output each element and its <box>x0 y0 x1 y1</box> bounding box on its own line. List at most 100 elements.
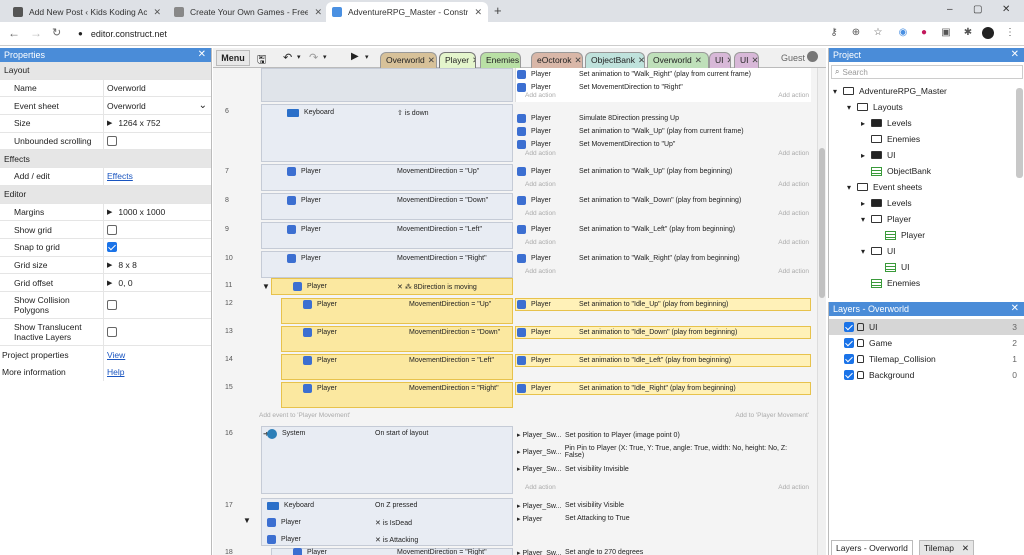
close-icon[interactable]: ✕ <box>638 55 644 65</box>
close-icon[interactable]: ✕ <box>428 55 435 65</box>
chevron-down-icon[interactable]: ⌄ <box>199 100 207 111</box>
extension-3-icon[interactable]: ▣ <box>940 27 952 39</box>
collapse-arrow-icon[interactable]: ▼ <box>243 516 251 525</box>
project-tree-item[interactable]: ▾ Layouts <box>847 99 903 115</box>
play-dropdown-icon[interactable]: ▾ <box>365 53 369 61</box>
redo-icon[interactable]: ↷ <box>309 51 318 64</box>
extension-1-icon[interactable]: ◉ <box>897 27 909 39</box>
expand-arrow-icon[interactable]: ▶ <box>107 261 112 269</box>
close-icon[interactable]: ✕ <box>198 48 206 62</box>
close-icon[interactable]: ✕ <box>727 55 731 65</box>
browser-tab[interactable]: AdventureRPG_Master - Constru ✕ <box>326 2 488 22</box>
panel-tab[interactable]: Layers - Overworld <box>831 540 913 555</box>
maximize-icon[interactable]: ▢ <box>973 4 982 15</box>
close-window-icon[interactable]: ✕ <box>1002 4 1010 15</box>
close-icon[interactable]: ✕ <box>752 55 759 65</box>
play-icon[interactable]: ▶ <box>351 51 359 62</box>
property-value[interactable]: ▶ 1264 x 752 <box>104 115 211 132</box>
lock-icon[interactable] <box>857 323 864 331</box>
expand-arrow-icon[interactable]: ▶ <box>107 119 112 127</box>
project-tree-item[interactable]: ObjectBank <box>861 163 931 179</box>
url-field[interactable]: ● editor.construct.net <box>72 24 812 43</box>
property-value[interactable]: ▶ 0, 0 <box>104 274 211 291</box>
checkbox[interactable] <box>107 299 117 310</box>
checkbox[interactable] <box>107 136 117 147</box>
project-tree-item[interactable]: Player <box>875 227 925 243</box>
property-value[interactable] <box>104 133 211 150</box>
property-value[interactable]: ▶ 1000 x 1000 <box>104 204 211 221</box>
lock-icon[interactable] <box>857 355 864 363</box>
checkbox[interactable] <box>107 224 117 235</box>
lock-icon[interactable] <box>857 371 864 379</box>
property-value[interactable]: Help <box>104 364 211 382</box>
project-tree-item[interactable]: ▾ Player <box>861 211 911 227</box>
menu-button[interactable]: Menu <box>216 50 250 66</box>
project-tree-item[interactable]: ▾ AdventureRPG_Master <box>833 83 947 99</box>
add-event-link[interactable]: Add event to 'Player Movement' Add to 'Pl… <box>259 412 809 419</box>
layout-tab[interactable]: Player✕ <box>439 52 476 68</box>
avatar[interactable] <box>982 27 994 39</box>
minimize-icon[interactable]: – <box>947 4 953 15</box>
undo-dropdown-icon[interactable]: ▾ <box>297 53 301 61</box>
project-scrollbar[interactable] <box>1016 88 1023 178</box>
zoom-icon[interactable]: ⊕ <box>850 27 862 39</box>
collapse-arrow-icon[interactable]: ▼ <box>262 282 270 291</box>
visibility-checkbox[interactable] <box>844 338 854 348</box>
tree-arrow-icon[interactable]: ▸ <box>861 151 871 160</box>
browser-tab[interactable]: Add New Post ‹ Kids Koding Aca ✕ <box>7 2 167 22</box>
checkbox[interactable] <box>107 242 117 253</box>
close-icon[interactable]: ✕ <box>472 55 475 65</box>
property-value[interactable] <box>104 319 211 345</box>
close-icon[interactable]: ✕ <box>1011 302 1019 316</box>
tree-arrow-icon[interactable]: ▸ <box>861 199 871 208</box>
tree-arrow-icon[interactable]: ▾ <box>861 247 871 256</box>
project-tree-item[interactable]: ▸ Levels <box>861 195 912 211</box>
close-icon[interactable]: ✕ <box>575 55 582 65</box>
layout-tab[interactable]: Enemies✕ <box>480 52 521 68</box>
property-value[interactable]: ▶ 8 x 8 <box>104 257 211 274</box>
close-icon[interactable]: ✕ <box>695 55 702 65</box>
close-icon[interactable]: ✕ <box>314 7 322 18</box>
close-icon[interactable]: ✕ <box>962 543 969 553</box>
user-icon[interactable] <box>807 51 818 62</box>
reload-icon[interactable]: ↻ <box>52 26 61 39</box>
event-sheet[interactable]: Player Set animation to "Walk_Right" (pla… <box>213 68 817 555</box>
close-icon[interactable]: ✕ <box>153 7 161 18</box>
layer-row[interactable]: Background 0 <box>829 367 1024 383</box>
close-icon[interactable]: ✕ <box>1011 48 1019 62</box>
back-icon[interactable]: ← <box>8 26 20 40</box>
new-tab-icon[interactable]: + <box>494 3 502 18</box>
panel-tab[interactable]: Tilemap ✕ <box>919 540 975 555</box>
property-link[interactable]: Effects <box>107 171 133 181</box>
checkbox[interactable] <box>107 326 117 337</box>
forward-icon[interactable]: → <box>30 26 42 40</box>
layout-tab[interactable]: UI✕ <box>709 52 731 68</box>
project-search[interactable]: ⌕ Search <box>831 65 1023 79</box>
project-tree-item[interactable]: ▾ Event sheets <box>847 179 922 195</box>
tree-arrow-icon[interactable]: ▾ <box>847 103 857 112</box>
layer-row[interactable]: Tilemap_Collision 1 <box>829 351 1024 367</box>
property-value[interactable] <box>104 292 211 318</box>
add-action-link[interactable]: Add action Add action <box>525 484 809 491</box>
browser-tab[interactable]: Create Your Own Games - Free Tr ✕ <box>168 2 328 22</box>
redo-dropdown-icon[interactable]: ▾ <box>323 53 327 61</box>
star-icon[interactable]: ☆ <box>872 27 884 39</box>
project-tree-item[interactable]: ▾ UI <box>861 243 896 259</box>
key-icon[interactable]: ⚷ <box>828 27 840 39</box>
property-value[interactable] <box>104 239 211 256</box>
project-tree-item[interactable]: Enemies <box>861 275 920 291</box>
tree-arrow-icon[interactable]: ▾ <box>847 183 857 192</box>
event-sheet-scrollbar[interactable] <box>817 68 826 555</box>
tree-arrow-icon[interactable]: ▾ <box>861 215 871 224</box>
browser-menu-icon[interactable]: ⋮ <box>1004 27 1016 39</box>
project-tree-item[interactable]: ▸ Levels <box>861 115 912 131</box>
scroll-thumb[interactable] <box>819 148 825 298</box>
lock-icon[interactable] <box>857 339 864 347</box>
extension-2-icon[interactable]: ● <box>918 27 930 39</box>
project-tree-item[interactable]: ▸ UI <box>861 147 896 163</box>
project-tree-item[interactable]: Enemies <box>861 131 920 147</box>
extensions-icon[interactable]: ✱ <box>962 27 974 39</box>
layout-tab[interactable]: Overworld ✕ <box>380 52 437 68</box>
layout-tab[interactable]: ObjectBank ✕ <box>585 52 645 68</box>
tree-arrow-icon[interactable]: ▾ <box>833 87 843 96</box>
